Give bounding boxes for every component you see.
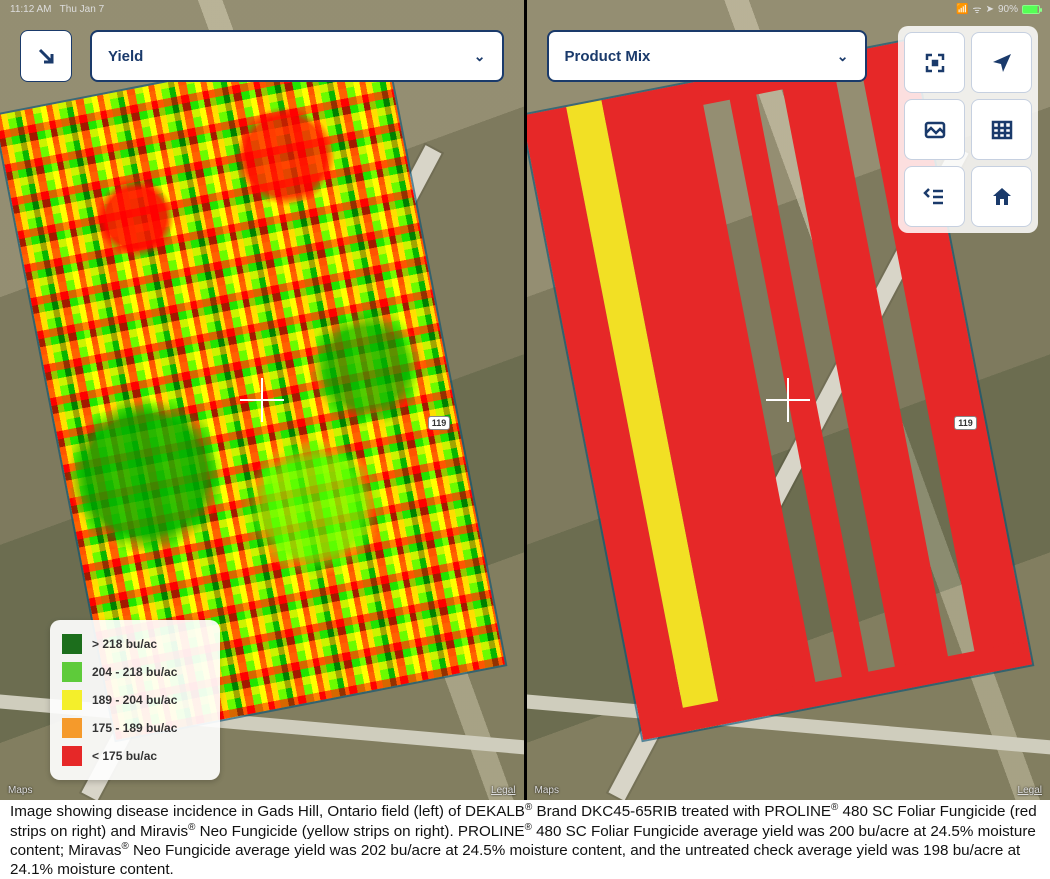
legend-swatch xyxy=(62,718,82,738)
status-date: Thu Jan 7 xyxy=(60,4,104,15)
battery-icon xyxy=(1022,5,1040,14)
legend-swatch xyxy=(62,746,82,766)
signal-icon: 📶 xyxy=(956,4,968,15)
layers-button[interactable] xyxy=(904,166,965,227)
legend-label: 204 - 218 bu/ac xyxy=(92,665,177,679)
fullscreen-icon xyxy=(923,51,947,75)
layer-selector-right[interactable]: Product Mix ⌄ xyxy=(547,30,867,82)
list-back-icon xyxy=(923,185,947,209)
screenshot-button[interactable] xyxy=(904,99,965,160)
maps-area: 119 Yield ⌄ > 218 bu/ac 204 - 218 bu/ac 18… xyxy=(0,0,1050,800)
wifi-icon: ᯤ xyxy=(972,2,981,16)
legend-label: 189 - 204 bu/ac xyxy=(92,693,177,707)
legend-label: 175 - 189 bu/ac xyxy=(92,721,177,735)
status-right: 📶 ᯤ ➤ 90% xyxy=(956,2,1040,16)
layer-selector-left-label: Yield xyxy=(108,48,143,65)
figure-caption: Image showing disease incidence in Gads … xyxy=(10,802,1040,879)
home-icon xyxy=(990,185,1014,209)
image-icon xyxy=(923,118,947,142)
map-panel-left[interactable]: 119 Yield ⌄ > 218 bu/ac 204 - 218 bu/ac 18… xyxy=(0,0,524,800)
status-bar: 11:12 AM Thu Jan 7 📶 ᯤ ➤ 90% xyxy=(0,0,1050,18)
legend-row: < 175 bu/ac xyxy=(62,742,208,770)
top-controls-left: Yield ⌄ xyxy=(20,30,504,82)
battery-percent: 90% xyxy=(998,4,1018,15)
layer-selector-right-label: Product Mix xyxy=(565,48,651,65)
arrow-down-right-icon xyxy=(34,44,58,68)
locate-button[interactable] xyxy=(971,32,1032,93)
chevron-down-icon: ⌄ xyxy=(837,48,849,65)
legend-swatch xyxy=(62,662,82,682)
yield-legend: > 218 bu/ac 204 - 218 bu/ac 189 - 204 bu/a… xyxy=(50,620,220,780)
route-badge: 119 xyxy=(954,416,977,430)
layer-selector-left[interactable]: Yield ⌄ xyxy=(90,30,504,82)
chevron-down-icon: ⌄ xyxy=(474,48,486,65)
legend-row: > 218 bu/ac xyxy=(62,630,208,658)
location-arrow-icon xyxy=(990,51,1014,75)
home-button[interactable] xyxy=(971,166,1032,227)
map-attribution-legal[interactable]: Legal xyxy=(1018,785,1042,796)
fullscreen-button[interactable] xyxy=(904,32,965,93)
legend-row: 175 - 189 bu/ac xyxy=(62,714,208,742)
route-badge: 119 xyxy=(428,416,451,430)
legend-label: > 218 bu/ac xyxy=(92,637,157,651)
legend-swatch xyxy=(62,634,82,654)
status-time-date: 11:12 AM Thu Jan 7 xyxy=(10,4,104,15)
map-attribution-legal[interactable]: Legal xyxy=(491,785,515,796)
table-icon xyxy=(990,118,1014,142)
tool-panel xyxy=(898,26,1038,233)
collapse-button[interactable] xyxy=(20,30,72,82)
location-arrow-icon: ➤ xyxy=(986,4,994,15)
status-time: 11:12 AM xyxy=(10,4,52,15)
legend-row: 204 - 218 bu/ac xyxy=(62,658,208,686)
legend-label: < 175 bu/ac xyxy=(92,749,157,763)
map-attribution-brand: Maps xyxy=(8,785,32,796)
legend-swatch xyxy=(62,690,82,710)
legend-row: 189 - 204 bu/ac xyxy=(62,686,208,714)
map-attribution-brand: Maps xyxy=(535,785,559,796)
table-button[interactable] xyxy=(971,99,1032,160)
map-panel-right[interactable]: 119 Product Mix ⌄ xyxy=(527,0,1050,800)
